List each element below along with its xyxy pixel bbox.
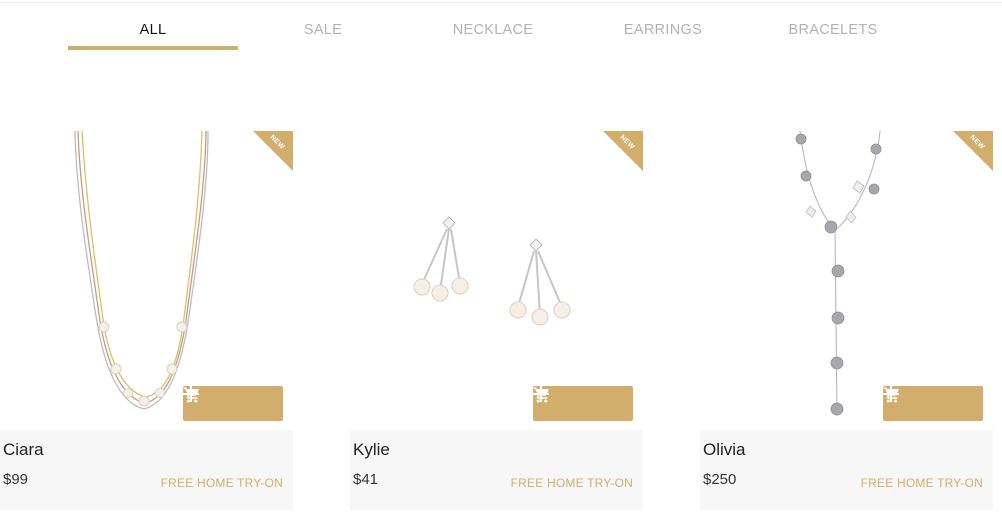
product-image[interactable]: NEW bbox=[0, 131, 293, 430]
add-to-cart-button[interactable] bbox=[533, 386, 633, 421]
product-card-olivia[interactable]: NEW Olivia $250 FREE HOME TRY-ON bbox=[700, 131, 993, 510]
product-image[interactable]: NEW bbox=[700, 131, 993, 430]
free-home-try-on-link[interactable]: FREE HOME TRY-ON bbox=[511, 476, 633, 490]
tab-bracelets[interactable]: BRACELETS bbox=[748, 0, 918, 52]
product-price: $41 bbox=[353, 471, 379, 488]
product-info: Kylie $41 FREE HOME TRY-ON bbox=[350, 430, 643, 510]
product-info: Olivia $250 FREE HOME TRY-ON bbox=[700, 430, 993, 510]
product-card-kylie[interactable]: NEW Kylie $41 FREE HOME TRY-ON bbox=[350, 131, 643, 510]
tab-all[interactable]: ALL bbox=[68, 0, 238, 52]
add-to-cart-button[interactable] bbox=[183, 386, 283, 421]
tab-earrings[interactable]: EARRINGS bbox=[578, 0, 748, 52]
shopping-cart-icon bbox=[533, 387, 549, 403]
free-home-try-on-link[interactable]: FREE HOME TRY-ON bbox=[861, 476, 983, 490]
tab-necklace[interactable]: NECKLACE bbox=[408, 0, 578, 52]
shopping-cart-icon bbox=[183, 387, 199, 403]
product-price: $250 bbox=[703, 471, 737, 488]
add-to-cart-button[interactable] bbox=[883, 386, 983, 421]
new-badge: NEW bbox=[603, 131, 643, 171]
tab-sale[interactable]: SALE bbox=[238, 0, 408, 52]
product-price: $99 bbox=[3, 471, 29, 488]
product-name[interactable]: Kylie bbox=[353, 440, 390, 460]
product-card-ciara[interactable]: NEW Ciara $99 FREE HOME TRY-ON bbox=[0, 131, 293, 510]
shopping-cart-icon bbox=[883, 387, 899, 403]
product-info: Ciara $99 FREE HOME TRY-ON bbox=[0, 430, 293, 510]
active-tab-indicator bbox=[68, 46, 238, 50]
product-name[interactable]: Olivia bbox=[703, 440, 746, 460]
category-tabs: ALL SALE NECKLACE EARRINGS BRACELETS bbox=[68, 0, 918, 52]
product-image[interactable]: NEW bbox=[350, 131, 643, 430]
new-badge: NEW bbox=[953, 131, 993, 171]
product-name[interactable]: Ciara bbox=[3, 440, 44, 460]
new-badge: NEW bbox=[253, 131, 293, 171]
free-home-try-on-link[interactable]: FREE HOME TRY-ON bbox=[161, 476, 283, 490]
